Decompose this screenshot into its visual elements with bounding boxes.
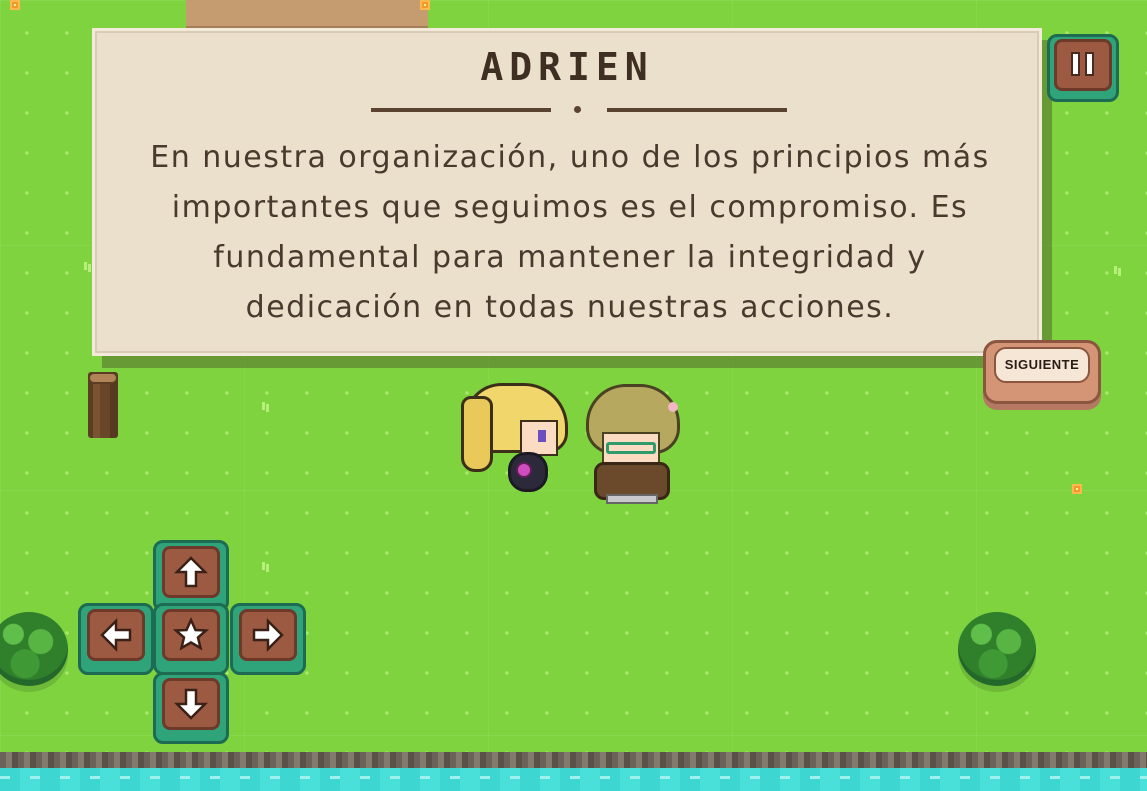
divider-dot	[574, 106, 581, 113]
dialog-text: En nuestra organización, uno de los prin…	[115, 133, 1025, 333]
next-button-label: SIGUIENTE	[994, 347, 1090, 383]
rocky-shore	[0, 752, 1147, 768]
arrow-down-icon	[174, 688, 208, 720]
tree-stump	[88, 372, 118, 438]
dpad-left-button[interactable]	[78, 603, 154, 675]
pause-icon	[1054, 39, 1112, 91]
npc-feet	[606, 494, 658, 504]
dirt-path	[186, 0, 428, 30]
dialog-line: importantes que seguimos es el compromis…	[171, 190, 969, 225]
bush	[958, 612, 1036, 686]
arrow-left-icon	[100, 618, 132, 652]
water	[0, 768, 1147, 791]
divider-left	[371, 108, 551, 112]
arrow-up-icon	[174, 556, 208, 588]
pause-button[interactable]	[1047, 34, 1119, 102]
dialog-line: En nuestra organización, uno de los prin…	[150, 140, 990, 175]
flower	[420, 0, 430, 10]
grass-tuft	[84, 262, 92, 272]
dialog-box: ADRIEN En nuestra organización, uno de l…	[92, 28, 1042, 356]
dpad-down-button[interactable]	[153, 672, 229, 744]
npc-sprout	[668, 402, 678, 412]
arrow-right-icon	[252, 618, 284, 652]
dialog-line: dedicación en todas nuestras acciones.	[245, 290, 895, 325]
star-icon	[173, 617, 209, 651]
grass-tuft	[262, 402, 270, 412]
player-gem	[516, 462, 532, 478]
dpad-right-button[interactable]	[230, 603, 306, 675]
dpad-center-button[interactable]	[153, 603, 229, 675]
speaker-name: ADRIEN	[480, 45, 654, 89]
npc-glasses	[606, 442, 656, 454]
next-button[interactable]: SIGUIENTE	[983, 340, 1101, 404]
divider-right	[607, 108, 787, 112]
dpad-up-button[interactable]	[153, 540, 229, 612]
player-eye	[538, 430, 546, 442]
dialog-line: fundamental para mantener la integridad …	[213, 240, 927, 275]
grass-tuft	[262, 562, 270, 572]
grass-tuft	[1114, 266, 1122, 276]
flower	[1072, 484, 1082, 494]
flower	[10, 0, 20, 10]
